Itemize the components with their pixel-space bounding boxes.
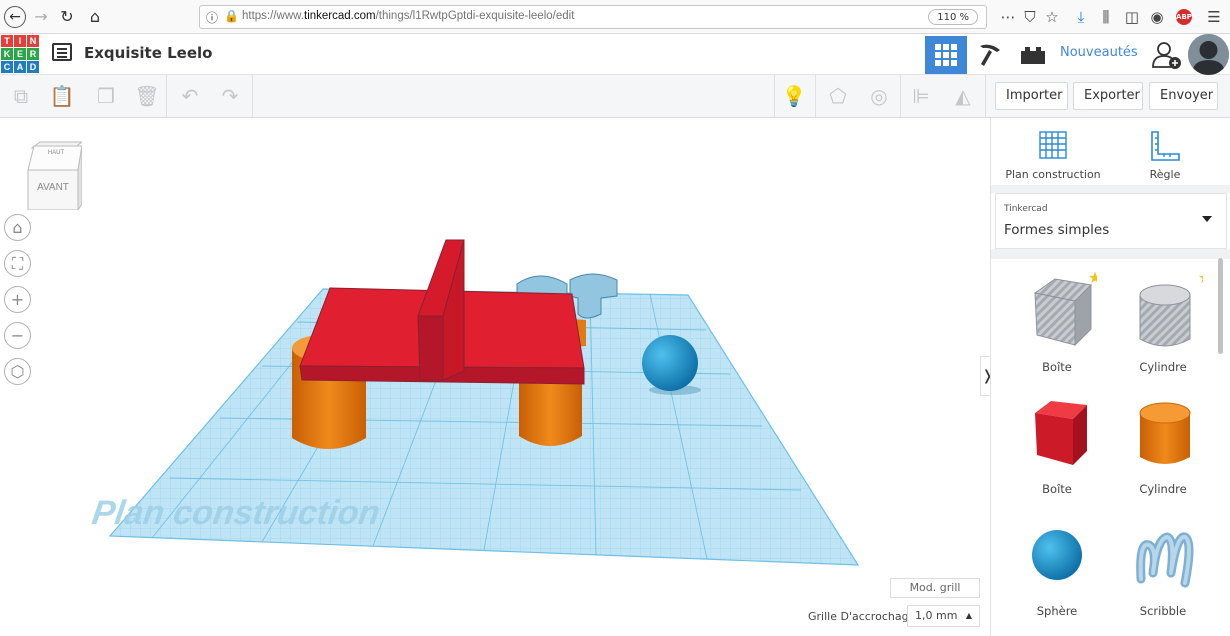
add-user-icon[interactable] [1150,40,1184,70]
news-link[interactable]: Nouveautés [1060,45,1138,60]
star-icon: ★ [1088,268,1097,287]
bookmark-star-icon[interactable]: ☆ [1042,7,1062,27]
reload-icon[interactable]: ↻ [56,6,78,28]
lock-icon: 🔒 [224,9,239,23]
chevron-down-icon [1202,216,1212,222]
brick-icon [1021,47,1045,64]
project-title[interactable]: Exquisite Leelo [84,44,212,62]
edit-grid-button[interactable]: Mod. grill [890,578,980,598]
browser-toolbar: ← → ↻ ⌂ ⓘ 🔒 https://www.tinkercad.com/th… [0,0,1230,34]
download-icon[interactable]: ⤓ [1071,7,1091,27]
back-icon[interactable]: ← [4,6,26,28]
sidebar-icon[interactable]: ◫ [1122,7,1142,27]
adblock-icon[interactable]: ABP [1176,9,1192,25]
3d-view-button[interactable] [925,36,967,74]
group-icon[interactable]: ⬠ [825,83,851,109]
redo-icon[interactable]: ↷ [217,83,243,109]
sphere-blue-icon [1032,530,1082,580]
shape-sphere[interactable]: Sphère [1007,509,1107,629]
home-icon[interactable]: ⌂ [84,6,106,28]
box-hole-icon: ★ [1033,268,1097,347]
shape-box[interactable]: Boîte [1007,387,1107,507]
pocket-icon[interactable]: ⛉ [1020,7,1040,27]
pickaxe-icon [980,44,1000,66]
caret-up-icon: ▲ [965,611,972,620]
cylinder-hole-icon: ★ [1139,268,1203,347]
ruler-tool[interactable]: Règle [1115,130,1215,181]
edit-toolbar: ⧉ 📋 ❐ 🗑 ↶ ↷ 💡 ⬠ ◎ ⊫ ◭ Importer Exporter … [0,75,1230,118]
info-icon[interactable]: ⓘ [206,9,218,26]
tinkercad-logo[interactable]: T I N K E R C A D [1,35,40,73]
scene[interactable]: Plan construction [0,118,990,636]
shape-box-hole[interactable]: ★ Boîte [1007,265,1107,385]
3d-viewport[interactable]: HAUT AVANT ⌂ ⛶ + − ⬡ Plan construction M… [0,118,990,636]
snap-grid-select[interactable]: 1,0 mm ▲ [907,605,980,627]
shapes-panel: Plan construction Règle Tinkercad Formes… [990,118,1230,636]
more-icon[interactable]: ⋯ [998,7,1018,27]
account-icon[interactable]: ◉ [1147,7,1167,27]
red-boxes[interactable] [299,239,585,385]
zoom-badge[interactable]: 110 % [928,9,978,25]
export-button[interactable]: Exporter [1073,82,1143,110]
panel-scrollbar[interactable] [1218,258,1223,354]
collapse-panel-button[interactable]: ❭ [980,356,990,396]
bricks-button[interactable] [1012,36,1054,74]
undo-icon[interactable]: ↶ [177,83,203,109]
shape-cylinder[interactable]: Cylindre [1113,387,1213,507]
url-text[interactable]: https://www.tinkercad.com/things/l1RwtpG… [242,10,574,22]
blocks-button[interactable] [969,36,1011,74]
hamburger-menu-icon[interactable]: ☰ [1204,7,1224,27]
grid-icon [935,44,957,66]
url-bar[interactable]: ⓘ 🔒 https://www.tinkercad.com/things/l1R… [199,5,987,29]
workplane-tool[interactable]: Plan construction [1003,130,1103,181]
mirror-icon[interactable]: ◭ [950,83,976,109]
lightbulb-icon[interactable]: 💡 [781,83,807,109]
shape-library-select[interactable]: Tinkercad Formes simples [995,193,1227,249]
paste-icon[interactable]: 📋 [49,83,75,109]
import-button[interactable]: Importer [995,82,1068,110]
design-list-icon[interactable] [52,43,72,61]
svg-text:Plan construction: Plan construction [90,494,382,532]
app-header: T I N K E R C A D Exquisite Leelo Nouvea… [0,34,1230,75]
forward-icon[interactable]: → [30,6,52,28]
scribble-icon [1136,532,1194,588]
shape-grid: ★ Boîte ★ Cylindre Boîte [991,259,1230,636]
delete-icon[interactable]: 🗑 [134,83,160,109]
star-icon: ★ [1198,268,1203,287]
copy-icon[interactable]: ⧉ [8,83,34,109]
workplane-icon [1039,131,1067,159]
ruler-icon [1151,131,1180,161]
ungroup-icon[interactable]: ◎ [866,83,892,109]
shape-scribble[interactable]: Scribble [1113,509,1213,629]
align-icon[interactable]: ⊫ [908,83,934,109]
cylinder-orange-icon [1139,402,1191,464]
shape-cylinder-hole[interactable]: ★ Cylindre [1113,265,1213,385]
library-icon[interactable]: ⫼ [1096,7,1116,27]
snap-grid-label: Grille D'accrochage [808,610,916,623]
avatar[interactable] [1188,34,1229,75]
duplicate-icon[interactable]: ❐ [93,83,119,109]
box-red-icon [1035,401,1087,465]
send-button[interactable]: Envoyer [1149,82,1218,110]
